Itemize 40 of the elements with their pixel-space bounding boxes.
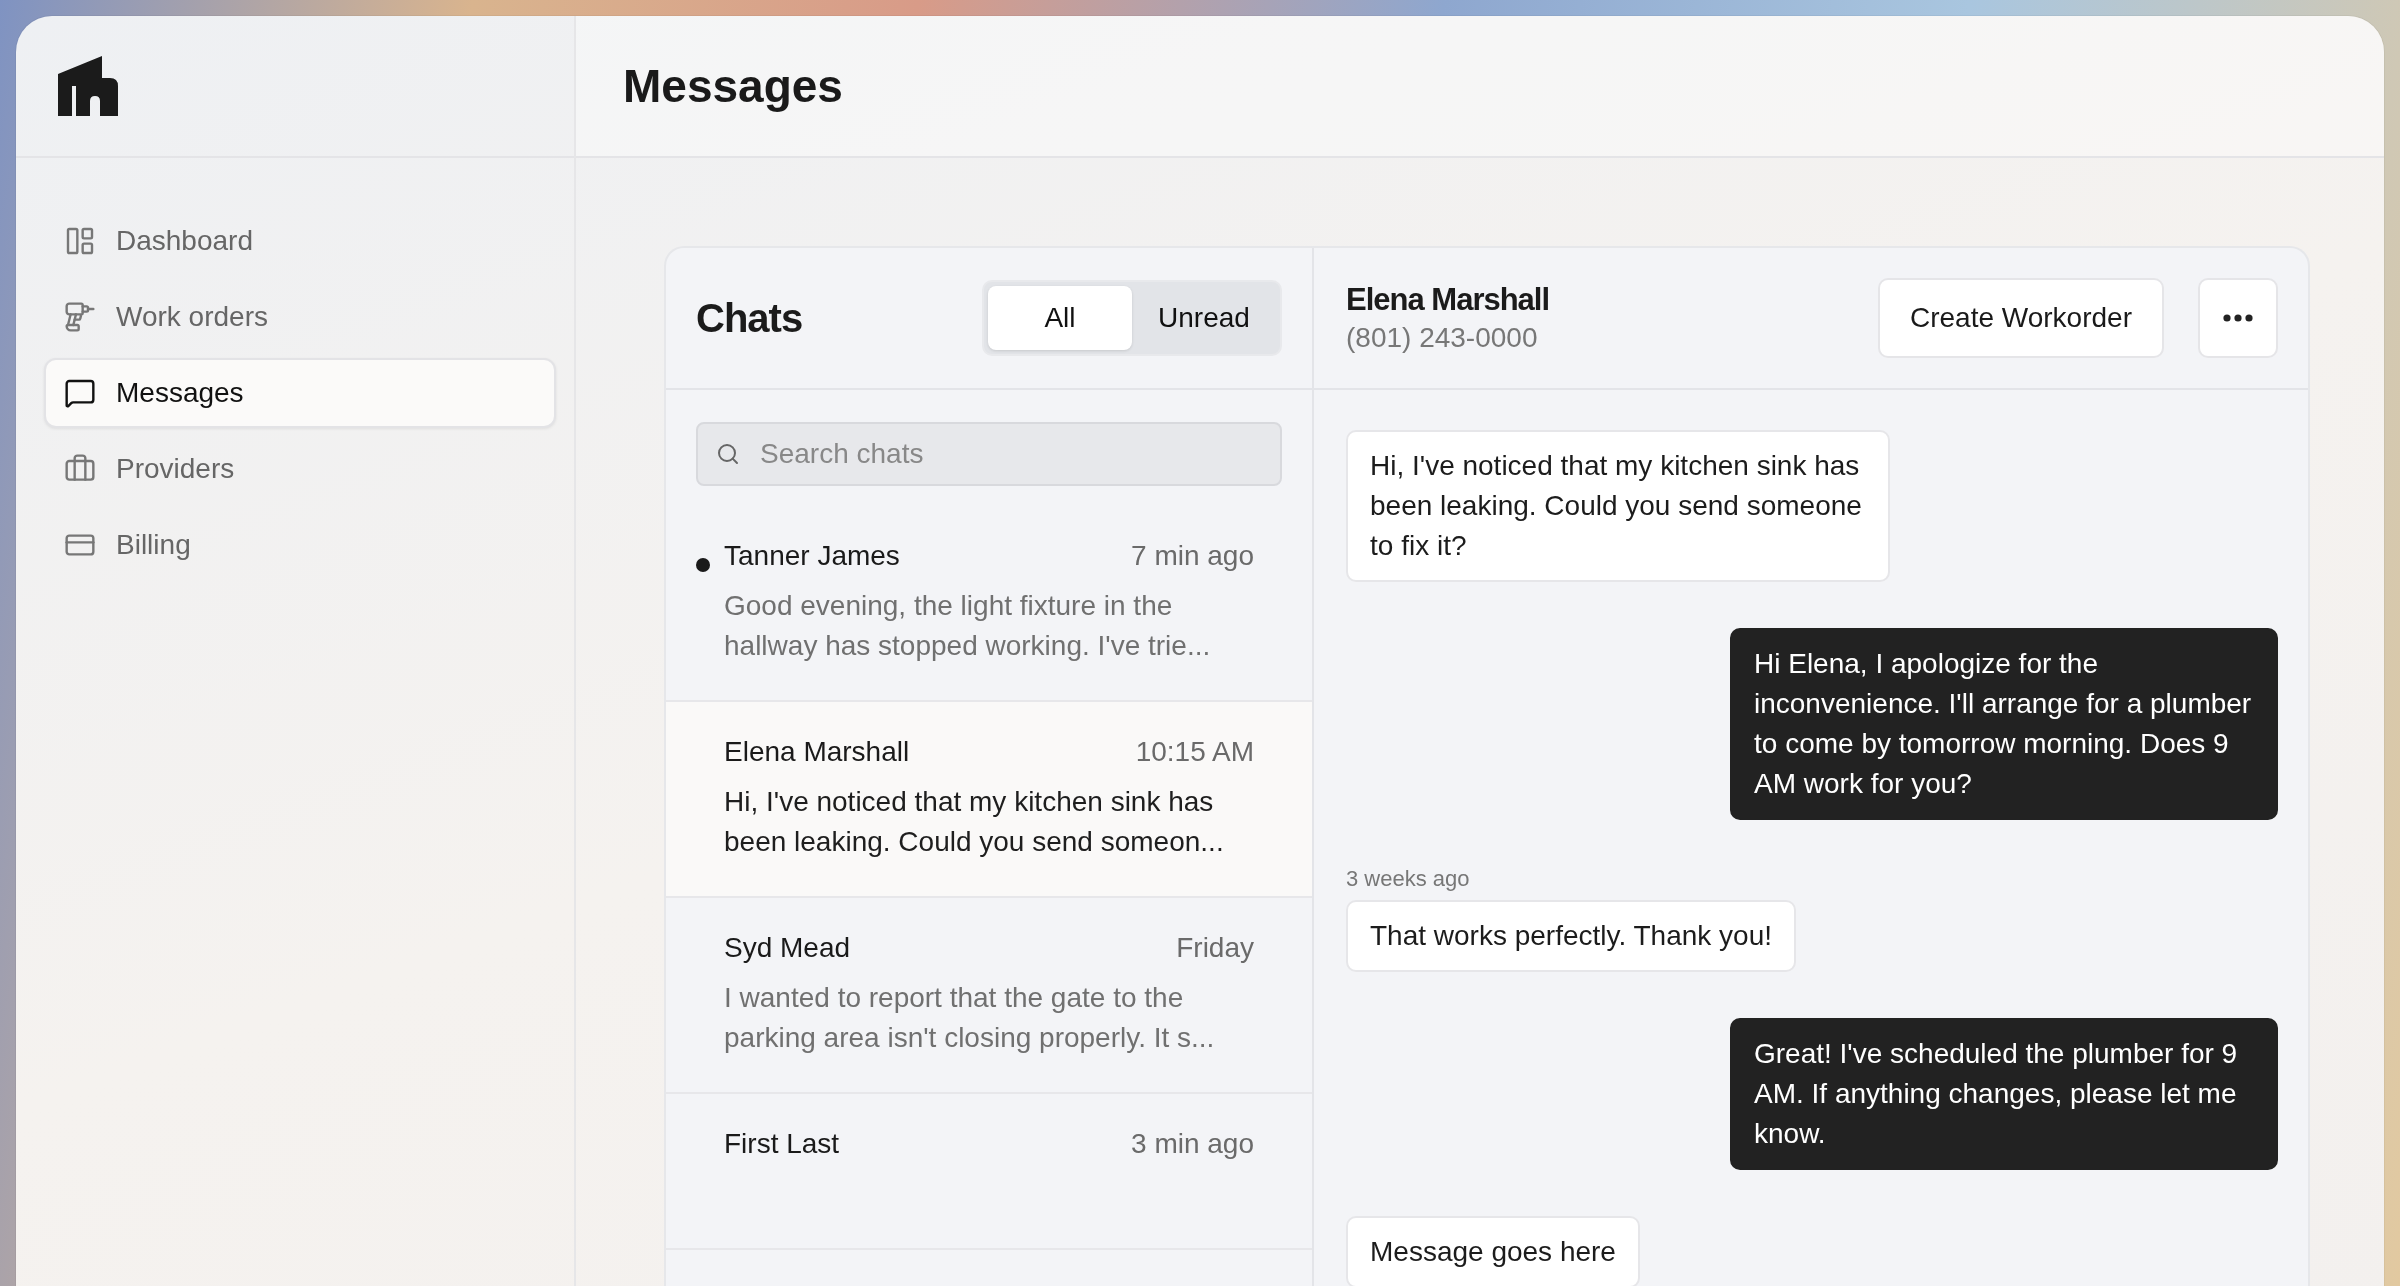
contact-name: Syd Mead bbox=[724, 932, 851, 964]
contact-name: First Last bbox=[724, 1128, 840, 1160]
create-workorder-button[interactable]: Create Workorder bbox=[1878, 278, 2164, 358]
sidebar-item[interactable]: Providers bbox=[44, 434, 556, 504]
message-time: 3 min ago bbox=[1131, 1128, 1254, 1160]
speech-bubble-icon bbox=[64, 377, 96, 409]
message-timestamp: 3 weeks ago bbox=[1346, 866, 1470, 892]
phone-number: (801) 243-0000 bbox=[1346, 322, 1539, 354]
dashboard-icon bbox=[64, 225, 96, 257]
page-title: Messages bbox=[623, 59, 843, 113]
message-preview: I wanted to report that the gate to the parking area isn't closing properly. It s... bbox=[724, 981, 1216, 1055]
sidebar-item[interactable]: Messages bbox=[44, 358, 556, 428]
sidebar-item[interactable]: Work orders bbox=[44, 282, 556, 352]
search-icon bbox=[716, 442, 740, 466]
chats-title: Chats bbox=[696, 295, 803, 341]
chat-list-item[interactable]: Elena Marshall 10:15 AM Hi, I've noticed that my kitchen sink has been leaking. Could you send someon... bbox=[666, 702, 1312, 898]
more-icon bbox=[2223, 314, 2253, 322]
sent-message: Great! I've scheduled the plumber for 9 AM. If anything changes, please let me know. bbox=[1730, 1018, 2278, 1170]
filter-tab[interactable]: Unread bbox=[1132, 286, 1276, 350]
message-preview: Good evening, the light fixture in the hallway has stopped working. I've trie... bbox=[724, 589, 1212, 663]
contact-name: Elena Marshall bbox=[724, 736, 910, 768]
contact-name: Elena Marshall bbox=[1346, 282, 1550, 318]
message-time: 7 min ago bbox=[1131, 540, 1254, 572]
sent-message: Hi Elena, I apologize for the inconvenience. I'll arrange for a plumber to come by tomorrow morning. Does 9 AM work for you? bbox=[1730, 628, 2278, 820]
sidebar-item[interactable]: Dashboard bbox=[44, 206, 556, 276]
message-time: Friday bbox=[1176, 932, 1254, 964]
logo-icon bbox=[58, 56, 120, 116]
message-time: 10:15 AM bbox=[1135, 736, 1254, 768]
filter-tab[interactable]: All bbox=[988, 286, 1132, 350]
received-message: Message goes here bbox=[1346, 1216, 1640, 1286]
sidebar-item[interactable]: Billing bbox=[44, 510, 556, 580]
drill-icon bbox=[64, 301, 96, 333]
received-message: That works perfectly. Thank you! bbox=[1346, 900, 1797, 972]
received-message: Hi, I've noticed that my kitchen sink has been leaking. Could you send someone to fix it? bbox=[1346, 430, 1890, 582]
more-button[interactable] bbox=[2198, 278, 2278, 358]
chat-list-item[interactable]: First Last 3 min ago bbox=[666, 1094, 1312, 1250]
search-field[interactable]: Search chats bbox=[696, 422, 1282, 486]
chat-list-item[interactable]: Syd Mead Friday I wanted to report that the gate to the parking area isn't closing properly. It s... bbox=[666, 898, 1312, 1094]
message-preview: Hi, I've noticed that my kitchen sink has been leaking. Could you send someon... bbox=[724, 785, 1225, 859]
contact-name: Tanner James bbox=[724, 540, 900, 572]
